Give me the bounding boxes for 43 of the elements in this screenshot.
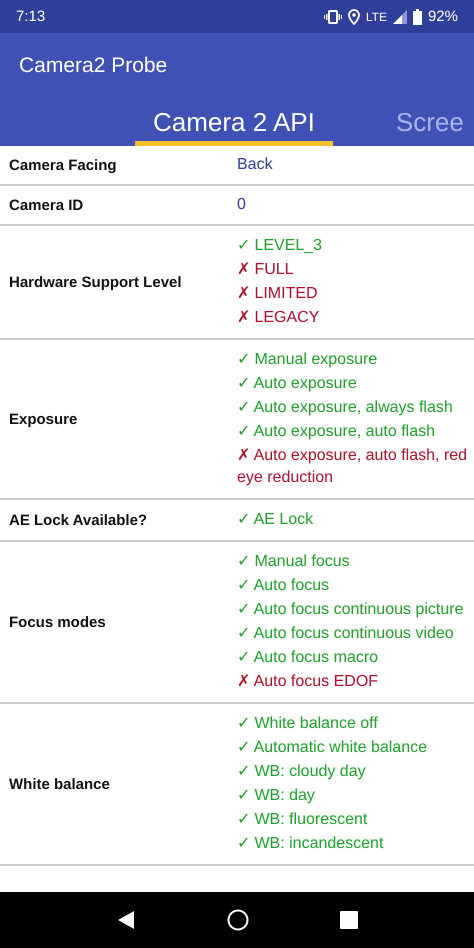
unsupported-feature: ✗ Auto focus EDOF: [237, 672, 380, 692]
property-label: Hardware Support Level: [8, 274, 183, 290]
supported-feature: ✓ Auto exposure: [237, 374, 358, 394]
home-button[interactable]: [226, 909, 249, 931]
supported-feature: ✓ LEVEL_3: [237, 236, 324, 256]
unsupported-feature: ✗ Auto exposure, auto flash, red eye reduction: [237, 446, 468, 488]
supported-feature: ✓ Auto focus continuous picture: [237, 600, 464, 620]
supported-feature: ✓ Manual focus: [237, 552, 351, 572]
property-label: Camera ID: [8, 196, 84, 214]
tab[interactable]: Camera 2 API: [135, 98, 333, 146]
battery-icon: [412, 8, 422, 24]
property-value: Back: [237, 155, 274, 175]
property-value: 0: [237, 195, 247, 215]
property-label: AE Lock Available?: [8, 512, 148, 528]
app-title: Camera2 Probe: [19, 54, 168, 78]
property-label: White balance: [8, 776, 111, 792]
supported-feature: ✓ White balance off: [237, 714, 379, 734]
supported-feature: ✓ Automatic white balance: [237, 738, 428, 758]
location-icon: [348, 8, 360, 24]
supported-feature: ✓ AE Lock: [237, 510, 314, 530]
supported-feature: ✓ Auto focus continuous video: [237, 624, 455, 644]
supported-feature: ✓ Auto focus: [237, 576, 330, 596]
clock: 7:13: [16, 8, 46, 25]
unsupported-feature: ✗ LEGACY: [237, 308, 320, 328]
supported-feature: ✓ Auto focus macro: [237, 648, 380, 668]
unsupported-feature: ✗ LIMITED: [237, 284, 319, 304]
network-type: LTE: [366, 10, 387, 24]
battery-percent: 92%: [428, 8, 458, 25]
property-label: Camera Facing: [8, 156, 118, 174]
supported-feature: ✓ Auto exposure, auto flash: [237, 422, 436, 442]
supported-feature: ✓ Auto exposure, always flash: [237, 398, 454, 418]
property-label: Focus modes: [8, 614, 107, 630]
supported-feature: ✓ WB: cloudy day: [237, 762, 367, 782]
vibrate-icon: [324, 10, 342, 24]
signal-icon: [392, 10, 407, 24]
supported-feature: ✓ WB: fluorescent: [237, 810, 368, 830]
back-button[interactable]: [116, 910, 136, 930]
recents-button[interactable]: [340, 911, 358, 929]
property-label: Exposure: [8, 410, 78, 428]
supported-feature: ✓ Manual exposure: [237, 350, 378, 370]
supported-feature: ✓ WB: incandescent: [237, 834, 384, 854]
supported-feature: ✓ WB: day: [237, 786, 316, 806]
unsupported-feature: ✗ FULL: [237, 260, 295, 280]
